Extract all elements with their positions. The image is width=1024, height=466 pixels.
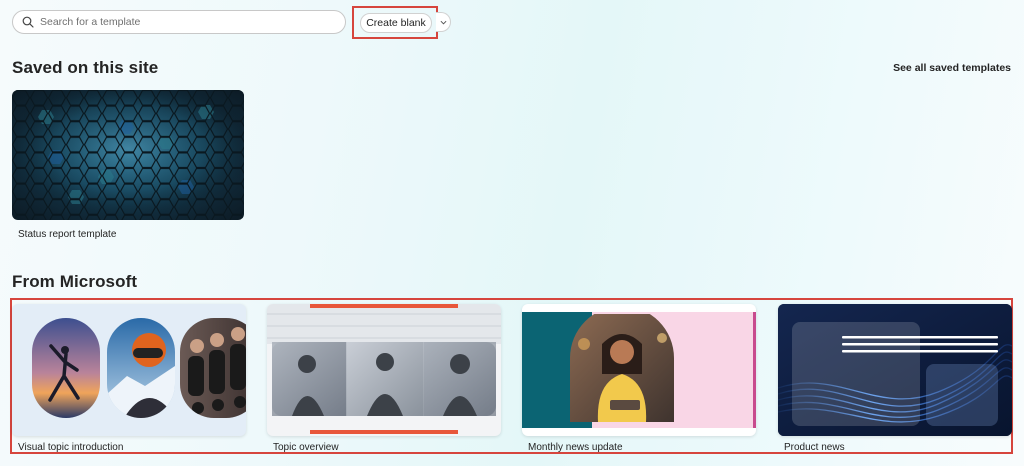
see-all-saved-link[interactable]: See all saved templates (893, 62, 1011, 74)
search-icon (22, 16, 34, 28)
template-thumbnail (267, 304, 501, 436)
template-card-monthly-news-update[interactable]: Monthly news update (522, 304, 756, 454)
template-card-visual-topic-introduction[interactable]: Visual topic introduction (12, 304, 246, 454)
search-input[interactable] (40, 16, 330, 28)
search-box[interactable] (12, 10, 346, 34)
template-thumbnail (778, 304, 1012, 436)
template-label: Monthly news update (528, 442, 623, 453)
template-thumbnail (12, 90, 244, 220)
chevron-down-icon (440, 19, 447, 26)
template-label: Topic overview (273, 442, 339, 453)
create-blank-button[interactable]: Create blank (360, 13, 432, 33)
template-card-topic-overview[interactable]: Topic overview (267, 304, 501, 454)
template-card-product-news[interactable]: Product news (778, 304, 1012, 454)
create-blank-highlight: Create blank (352, 6, 438, 39)
template-label: Visual topic introduction (18, 442, 124, 453)
template-label: Product news (784, 442, 845, 453)
template-label: Status report template (18, 229, 117, 240)
microsoft-section-heading: From Microsoft (12, 272, 138, 291)
template-thumbnail (12, 304, 246, 436)
template-thumbnail (522, 304, 756, 436)
create-dropdown-button[interactable] (436, 12, 451, 32)
template-card-status-report[interactable]: Status report template (12, 90, 244, 242)
saved-section-heading: Saved on this site (12, 58, 159, 77)
